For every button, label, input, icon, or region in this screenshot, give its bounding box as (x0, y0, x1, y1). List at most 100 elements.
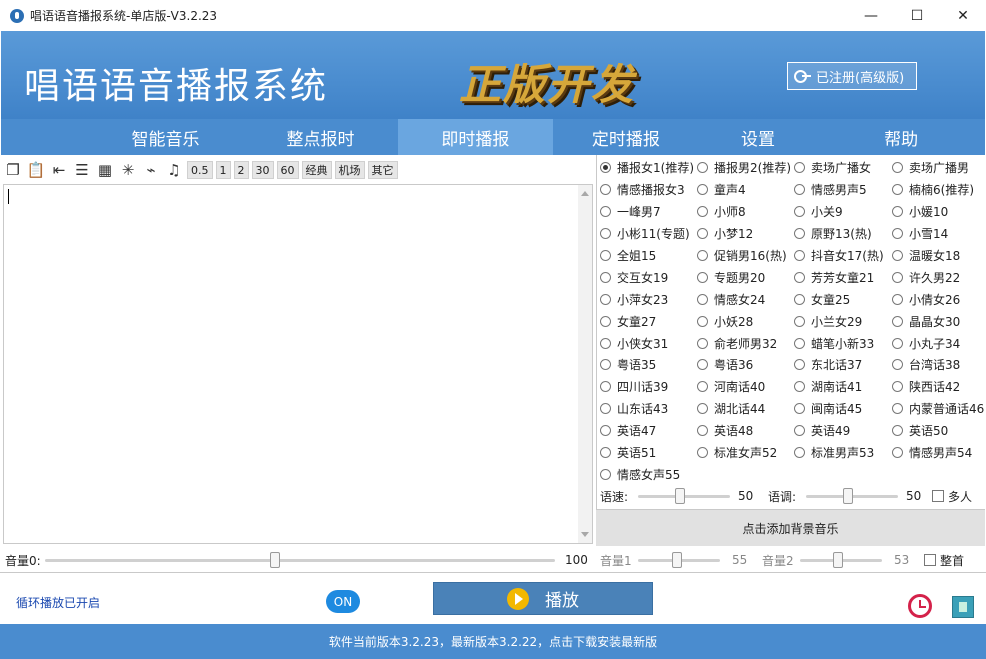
voice-option[interactable]: 英语49 (794, 420, 892, 442)
radio-icon[interactable] (600, 293, 611, 305)
radio-icon[interactable] (600, 271, 611, 283)
scroll-up-arrow-icon[interactable] (581, 191, 589, 196)
play-button[interactable]: 播放 (433, 582, 653, 615)
toolbar-button-2[interactable]: 2 (233, 161, 249, 179)
toolbar-button-4[interactable]: 60 (276, 161, 299, 179)
radio-icon[interactable] (600, 250, 611, 261)
nav-tab-5[interactable]: 帮助 (817, 119, 985, 155)
voice-option[interactable]: 交互女19 (600, 266, 697, 288)
voice-option[interactable]: 内蒙普通话46 (892, 398, 986, 420)
radio-icon[interactable] (794, 315, 805, 327)
nav-tab-4[interactable]: 设置 (699, 119, 818, 155)
voice-option[interactable]: 晶晶女30 (892, 310, 986, 332)
voice-option[interactable]: 闽南话45 (794, 398, 892, 420)
radio-icon[interactable] (794, 425, 805, 437)
update-status-bar[interactable]: 软件当前版本3.2.23，最新版本3.2.22，点击下载安装最新版 (0, 624, 986, 659)
voice-option[interactable]: 湖南话41 (794, 376, 892, 398)
voice-option[interactable]: 卖场广播女 (794, 157, 892, 179)
list-icon[interactable]: ☰ (72, 160, 92, 180)
pitch-thumb[interactable] (843, 488, 853, 504)
voice-option[interactable]: 湖北话44 (697, 398, 794, 420)
radio-icon[interactable] (600, 228, 611, 240)
multi-voice-checkbox[interactable] (932, 490, 944, 502)
voice-option[interactable]: 标准男声53 (794, 442, 892, 464)
sparkle-icon[interactable]: ✳ (118, 160, 138, 180)
calculator-icon[interactable]: ▦ (95, 160, 115, 180)
radio-icon[interactable] (794, 184, 805, 196)
voice-option[interactable]: 台湾话38 (892, 354, 986, 376)
radio-icon[interactable] (600, 359, 611, 371)
voice-option[interactable]: 英语51 (600, 442, 697, 464)
minimize-button[interactable]: — (848, 0, 894, 31)
toolbar-button-6[interactable]: 机场 (334, 161, 365, 179)
voice-option[interactable]: 蜡笔小新33 (794, 332, 892, 354)
volume0-slider[interactable] (45, 550, 555, 570)
voice-option[interactable]: 促销男16(热) (697, 245, 794, 267)
voice-option[interactable]: 小师8 (697, 201, 794, 223)
radio-icon[interactable] (892, 447, 903, 459)
editor-scrollbar[interactable] (578, 185, 592, 543)
radio-icon[interactable] (697, 381, 708, 393)
volume2-slider[interactable] (800, 550, 882, 570)
voice-option[interactable]: 卖场广播男 (892, 157, 986, 179)
voice-option[interactable]: 芳芳女童21 (794, 266, 892, 288)
toolbar-button-0[interactable]: 0.5 (187, 161, 213, 179)
radio-icon[interactable] (892, 206, 903, 218)
volume2-thumb[interactable] (833, 552, 843, 568)
radio-icon[interactable] (892, 315, 903, 327)
radio-icon[interactable] (892, 337, 903, 349)
whole-song-checkbox[interactable] (924, 554, 936, 566)
registration-badge[interactable]: 已注册(高级版) (787, 62, 917, 90)
radio-icon[interactable] (794, 403, 805, 415)
voice-option[interactable]: 抖音女17(热) (794, 245, 892, 267)
radio-icon[interactable] (892, 184, 903, 196)
voice-option[interactable]: 童声4 (697, 179, 794, 201)
radio-icon[interactable] (697, 271, 708, 283)
save-icon[interactable] (952, 596, 974, 618)
radio-icon[interactable] (794, 381, 805, 393)
voice-option[interactable]: 楠楠6(推荐) (892, 179, 986, 201)
voice-option[interactable]: 女童25 (794, 288, 892, 310)
voice-option[interactable]: 小丸子34 (892, 332, 986, 354)
radio-icon[interactable] (892, 162, 903, 174)
voice-option[interactable]: 小侠女31 (600, 332, 697, 354)
voice-option[interactable]: 许久男22 (892, 266, 986, 288)
radio-icon[interactable] (794, 228, 805, 240)
voice-option[interactable]: 小媛10 (892, 201, 986, 223)
voice-option[interactable]: 情感播报女3 (600, 179, 697, 201)
radio-icon[interactable] (794, 359, 805, 371)
loop-toggle[interactable]: ON (326, 590, 360, 613)
voice-option[interactable]: 小萍女23 (600, 288, 697, 310)
toolbar-button-3[interactable]: 30 (251, 161, 274, 179)
volume1-thumb[interactable] (672, 552, 682, 568)
nav-tab-3[interactable]: 定时播报 (553, 119, 699, 155)
voice-option[interactable]: 俞老师男32 (697, 332, 794, 354)
add-bg-music-button[interactable]: 点击添加背景音乐 (596, 509, 985, 546)
voice-option[interactable]: 小兰女29 (794, 310, 892, 332)
import-icon[interactable]: ⇤ (49, 160, 69, 180)
timer-clock-icon[interactable] (908, 594, 932, 618)
voice-option[interactable]: 英语50 (892, 420, 986, 442)
radio-icon[interactable] (697, 425, 708, 437)
radio-icon[interactable] (697, 184, 708, 196)
volume0-thumb[interactable] (270, 552, 280, 568)
radio-icon[interactable] (697, 206, 708, 218)
voice-option[interactable]: 小雪14 (892, 223, 986, 245)
nav-tab-0[interactable]: 智能音乐 (88, 119, 243, 155)
radio-icon[interactable] (697, 337, 708, 349)
voice-option[interactable]: 英语47 (600, 420, 697, 442)
radio-icon[interactable] (697, 293, 708, 305)
voice-option[interactable]: 情感女声55 (600, 463, 697, 485)
voice-option[interactable]: 情感男声54 (892, 442, 986, 464)
radio-icon[interactable] (794, 206, 805, 218)
radio-icon[interactable] (600, 315, 611, 327)
radio-icon[interactable] (892, 359, 903, 371)
radio-icon[interactable] (697, 315, 708, 327)
radio-icon[interactable] (697, 359, 708, 371)
radio-icon[interactable] (600, 162, 611, 174)
radio-icon[interactable] (892, 250, 903, 261)
nav-tab-1[interactable]: 整点报时 (243, 119, 398, 155)
paste-icon[interactable]: 📋 (26, 160, 46, 180)
pitch-slider[interactable] (806, 486, 898, 506)
voice-option[interactable]: 陕西话42 (892, 376, 986, 398)
